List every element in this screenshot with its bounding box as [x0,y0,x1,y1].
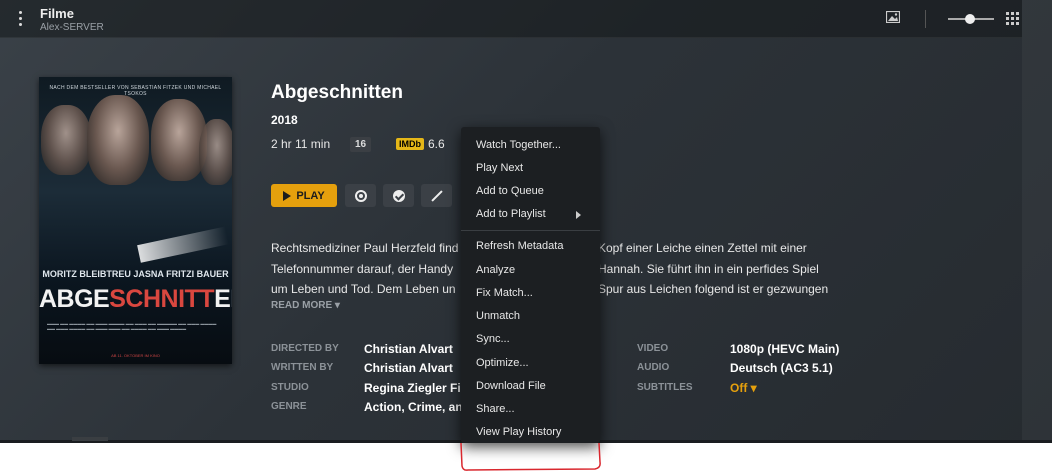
poster-size-slider[interactable] [948,13,994,25]
director-value[interactable]: Christian Alvart [364,342,453,356]
film-reel-icon [354,189,367,202]
menu-item-refresh-metadata[interactable]: Refresh Metadata [476,240,563,252]
server-name: Alex-SERVER [40,22,104,33]
mark-watched-button[interactable] [383,184,414,207]
audio-label: AUDIO [637,362,670,373]
play-button-label: PLAY [296,189,325,202]
menu-item-add-to-playlist[interactable]: Add to Playlist [476,208,546,220]
trailer-button[interactable] [345,184,376,207]
movie-year: 2018 [271,113,298,127]
poster-light-beam [137,226,229,263]
summary-line: Spur aus Leichen folgend ist er gezwunge… [598,282,829,296]
poster-face [87,95,149,185]
video-label: VIDEO [637,343,669,354]
scrollbar-track[interactable] [1022,0,1052,440]
checkmark-icon [392,189,405,202]
summary-line: Telefonnummer darauf, der Handy [271,262,454,276]
edit-button[interactable] [421,184,452,207]
menu-separator [461,230,600,231]
red-annotation-outline [460,442,601,471]
menu-item-sync[interactable]: Sync... [476,333,510,345]
poster-cast: MORITZ BLEIBTREU JASNA FRITZI BAUER [42,269,229,279]
imdb-score: 6.6 [428,137,445,151]
video-value: 1080p (HEVC Main) [730,342,840,356]
poster-face [199,119,232,185]
play-icon [283,190,292,201]
genre-value[interactable]: Action, Crime, and [364,400,470,414]
summary-line: Hannah. Sie führt ihn in ein perfides Sp… [598,262,819,276]
poster-tagline: NACH DEM BESTSELLER VON SEBASTIAN FITZEK… [49,85,222,97]
genre-label: GENRE [271,401,307,412]
subtitles-label: SUBTITLES [637,382,693,393]
play-button[interactable]: PLAY [271,184,337,207]
slider-knob[interactable] [965,14,975,24]
menu-item-analyze[interactable]: Analyze [476,264,515,276]
movie-title: Abgeschnitten [271,82,403,103]
imdb-logo: IMDb [396,138,424,150]
content-rating-badge: 16 [350,137,372,152]
menu-item-optimize[interactable]: Optimize... [476,357,529,369]
submenu-arrow-icon [576,211,581,219]
studio-value[interactable]: Regina Ziegler Film [364,381,475,395]
menu-item-unmatch[interactable]: Unmatch [476,310,520,322]
poster-release-date: AB 11. OKTOBER IM KINO [111,353,160,358]
context-menu: Watch Together... Play Next Add to Queue… [461,127,600,443]
image-view-icon[interactable] [886,11,900,23]
read-more-link[interactable]: READ MORE ▾ [271,300,340,311]
summary-line: Rechtsmediziner Paul Herzfeld find [271,241,459,255]
bottom-scrollbar-thumb[interactable] [72,437,108,441]
library-title: Filme [40,6,74,21]
menu-item-play-next[interactable]: Play Next [476,162,523,174]
written-by-label: WRITTEN BY [271,362,334,373]
summary-line: Kopf einer Leiche einen Zettel mit einer [598,241,807,255]
summary-line: um Leben und Tod. Dem Leben un [271,282,456,296]
movie-duration: 2 hr 11 min [271,137,331,151]
subtitles-dropdown[interactable]: Off ▾ [730,381,757,395]
menu-item-fix-match[interactable]: Fix Match... [476,287,533,299]
menu-item-download-file[interactable]: Download File [476,380,546,392]
studio-label: STUDIO [271,382,309,393]
grid-view-icon[interactable] [1006,12,1019,25]
toolbar-divider [925,10,926,28]
poster-face [41,105,91,175]
poster-logo: ABGESCHNITTEN [39,285,232,313]
menu-item-share[interactable]: Share... [476,403,515,415]
directed-by-label: DIRECTED BY [271,343,339,354]
menu-item-add-to-queue[interactable]: Add to Queue [476,185,544,197]
more-options-icon[interactable] [15,11,25,27]
audio-value[interactable]: Deutsch (AC3 5.1) [730,361,833,375]
writer-value[interactable]: Christian Alvart [364,361,453,375]
menu-item-watch-together[interactable]: Watch Together... [476,139,561,151]
poster-credits: ▬▬▬ ▬▬ ▬▬▬▬ ▬▬ ▬▬▬ ▬▬▬▬ ▬▬ ▬▬▬ ▬▬ ▬▬▬▬▬ … [47,321,217,331]
pencil-icon [430,189,443,202]
menu-item-view-play-history[interactable]: View Play History [476,426,561,438]
top-bar: Filme Alex-SERVER [0,0,1022,38]
movie-poster[interactable]: NACH DEM BESTSELLER VON SEBASTIAN FITZEK… [39,77,232,364]
